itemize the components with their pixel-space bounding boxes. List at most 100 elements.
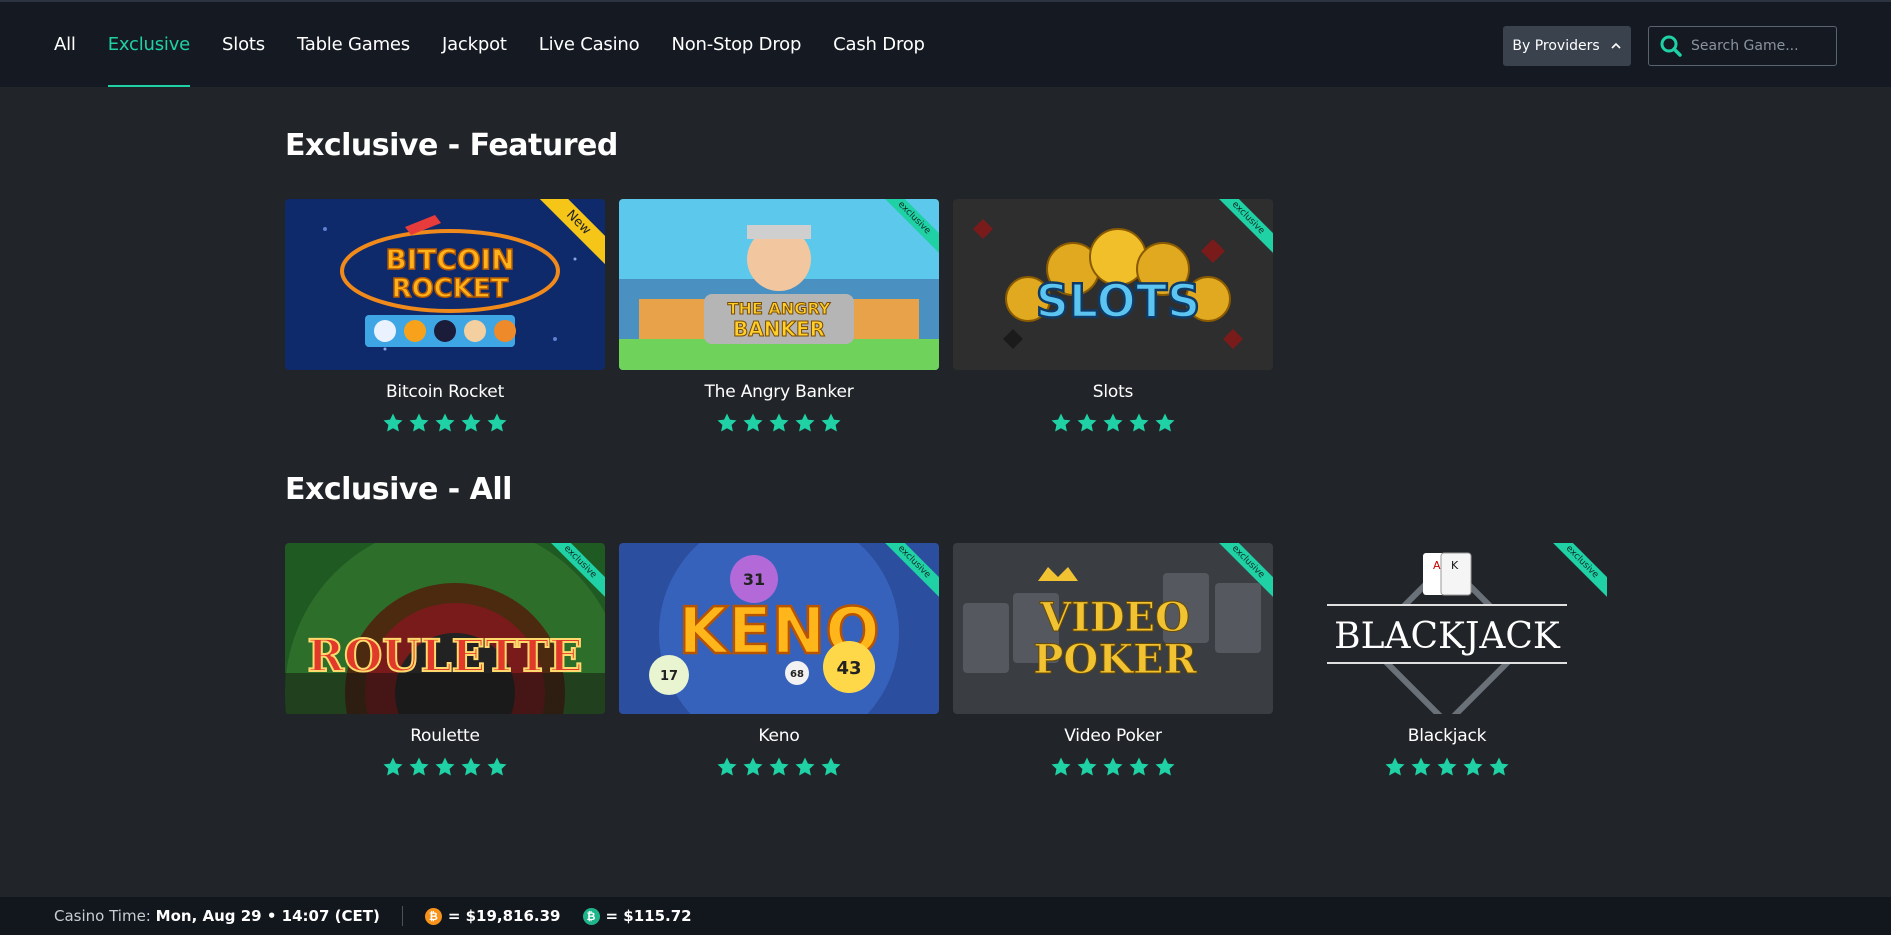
- status-footer: Casino Time: Mon, Aug 29 • 14:07 (CET) ₿…: [0, 897, 1891, 935]
- svg-text:THE ANGRY: THE ANGRY: [728, 299, 831, 318]
- star-icon: [487, 413, 507, 432]
- bch-rate: ₿ = $115.72: [582, 907, 692, 925]
- game-thumbnail[interactable]: VIDEO POKER exclusive: [953, 543, 1273, 714]
- star-icon: [461, 413, 481, 432]
- svg-text:VIDEO: VIDEO: [1039, 594, 1190, 641]
- keno-artwork: 31 KENO 17 68 43: [619, 543, 939, 714]
- star-icon: [1051, 757, 1071, 776]
- star-rating: [619, 412, 939, 434]
- game-title: The Angry Banker: [704, 382, 854, 402]
- game-card-bitcoin-rocket[interactable]: BITCOIN ROCKET New Bitcoin Rocket: [285, 199, 605, 434]
- star-rating: [1287, 756, 1607, 778]
- svg-text:K: K: [1451, 559, 1459, 572]
- star-rating: [285, 412, 605, 434]
- svg-text:BLACKJACK: BLACKJACK: [1334, 616, 1561, 657]
- game-title: Bitcoin Rocket: [385, 382, 505, 402]
- game-thumbnail[interactable]: THE ANGRY BANKER exclusive: [619, 199, 939, 370]
- tab-jackpot[interactable]: Jackpot: [442, 2, 507, 87]
- search-input[interactable]: [1691, 38, 1821, 54]
- bitcoin-rocket-artwork: BITCOIN ROCKET: [285, 199, 605, 370]
- svg-text:POKER: POKER: [1033, 636, 1197, 683]
- star-icon: [1463, 757, 1483, 776]
- star-rating: [619, 756, 939, 778]
- star-icon: [409, 757, 429, 776]
- game-card-slots[interactable]: SLOTS exclusive Slots: [953, 199, 1273, 434]
- game-thumbnail[interactable]: SLOTS exclusive: [953, 199, 1273, 370]
- search-icon[interactable]: [1659, 34, 1683, 58]
- tab-live-casino[interactable]: Live Casino: [539, 2, 640, 87]
- all-games-grid: ROULETTE exclusive Roulette 31 KENO 17 6…: [285, 543, 1607, 778]
- game-title: Roulette: [410, 726, 480, 746]
- game-card-keno[interactable]: 31 KENO 17 68 43 exclusive Keno: [619, 543, 939, 778]
- star-icon: [769, 413, 789, 432]
- star-icon: [717, 757, 737, 776]
- svg-text:68: 68: [790, 669, 804, 680]
- by-providers-dropdown[interactable]: By Providers: [1503, 26, 1631, 66]
- top-navigation-bar: All Exclusive Slots Table Games Jackpot …: [0, 0, 1891, 87]
- star-icon: [743, 413, 763, 432]
- star-icon: [821, 757, 841, 776]
- svg-text:BANKER: BANKER: [733, 317, 825, 341]
- search-box: [1648, 26, 1837, 66]
- star-icon: [435, 413, 455, 432]
- star-icon: [1129, 413, 1149, 432]
- star-rating: [953, 412, 1273, 434]
- section-title-featured: Exclusive - Featured: [285, 128, 618, 163]
- star-icon: [383, 757, 403, 776]
- star-icon: [1051, 413, 1071, 432]
- bitcoin-icon: ₿: [424, 907, 442, 925]
- game-thumbnail[interactable]: ROULETTE exclusive: [285, 543, 605, 714]
- casino-time-value: Mon, Aug 29 • 14:07 (CET): [155, 907, 380, 925]
- game-card-video-poker[interactable]: VIDEO POKER exclusive Video Poker: [953, 543, 1273, 778]
- star-icon: [461, 757, 481, 776]
- star-rating: [285, 756, 605, 778]
- video-poker-artwork: VIDEO POKER: [953, 543, 1273, 714]
- svg-text:ROCKET: ROCKET: [392, 274, 509, 304]
- svg-text:ROULETTE: ROULETTE: [307, 631, 582, 682]
- tab-table-games[interactable]: Table Games: [297, 2, 410, 87]
- star-icon: [769, 757, 789, 776]
- star-icon: [1411, 757, 1431, 776]
- game-title: Slots: [1092, 382, 1134, 402]
- angry-banker-artwork: THE ANGRY BANKER: [619, 199, 939, 370]
- game-thumbnail[interactable]: BITCOIN ROCKET New: [285, 199, 605, 370]
- featured-games-grid: BITCOIN ROCKET New Bitcoin Rocket THE AN…: [285, 199, 1273, 434]
- star-icon: [1489, 757, 1509, 776]
- chevron-up-icon: [1611, 42, 1621, 49]
- star-icon: [409, 413, 429, 432]
- tab-non-stop-drop[interactable]: Non-Stop Drop: [671, 2, 801, 87]
- star-icon: [1103, 757, 1123, 776]
- game-title: Video Poker: [1064, 726, 1162, 746]
- tab-slots[interactable]: Slots: [222, 2, 265, 87]
- svg-text:SLOTS: SLOTS: [1036, 274, 1200, 328]
- bitcoin-cash-icon: ₿: [582, 907, 600, 925]
- star-icon: [435, 757, 455, 776]
- category-tabs: All Exclusive Slots Table Games Jackpot …: [40, 2, 941, 87]
- game-card-the-angry-banker[interactable]: THE ANGRY BANKER exclusive The Angry Ban…: [619, 199, 939, 434]
- casino-time-label: Casino Time:: [54, 907, 151, 925]
- blackjack-artwork: A K BLACKJACK: [1287, 543, 1607, 714]
- providers-label: By Providers: [1512, 38, 1600, 54]
- star-icon: [1103, 413, 1123, 432]
- svg-text:BITCOIN: BITCOIN: [385, 243, 514, 276]
- svg-text:A: A: [1433, 559, 1441, 572]
- btc-rate: ₿ = $19,816.39: [424, 907, 561, 925]
- tab-cash-drop[interactable]: Cash Drop: [833, 2, 925, 87]
- star-icon: [821, 413, 841, 432]
- star-icon: [383, 413, 403, 432]
- bch-rate-value: = $115.72: [605, 907, 692, 925]
- roulette-artwork: ROULETTE: [285, 543, 605, 714]
- game-thumbnail[interactable]: 31 KENO 17 68 43 exclusive: [619, 543, 939, 714]
- star-icon: [717, 413, 737, 432]
- star-icon: [795, 413, 815, 432]
- svg-text:43: 43: [836, 658, 861, 679]
- svg-text:31: 31: [743, 570, 765, 589]
- game-thumbnail[interactable]: A K BLACKJACK exclusive: [1287, 543, 1607, 714]
- btc-rate-value: = $19,816.39: [447, 907, 561, 925]
- footer-divider: [401, 906, 403, 926]
- star-icon: [1077, 413, 1097, 432]
- game-card-roulette[interactable]: ROULETTE exclusive Roulette: [285, 543, 605, 778]
- tab-exclusive[interactable]: Exclusive: [107, 2, 191, 87]
- game-card-blackjack[interactable]: A K BLACKJACK exclusive Blackjack: [1287, 543, 1607, 778]
- tab-all[interactable]: All: [54, 2, 76, 87]
